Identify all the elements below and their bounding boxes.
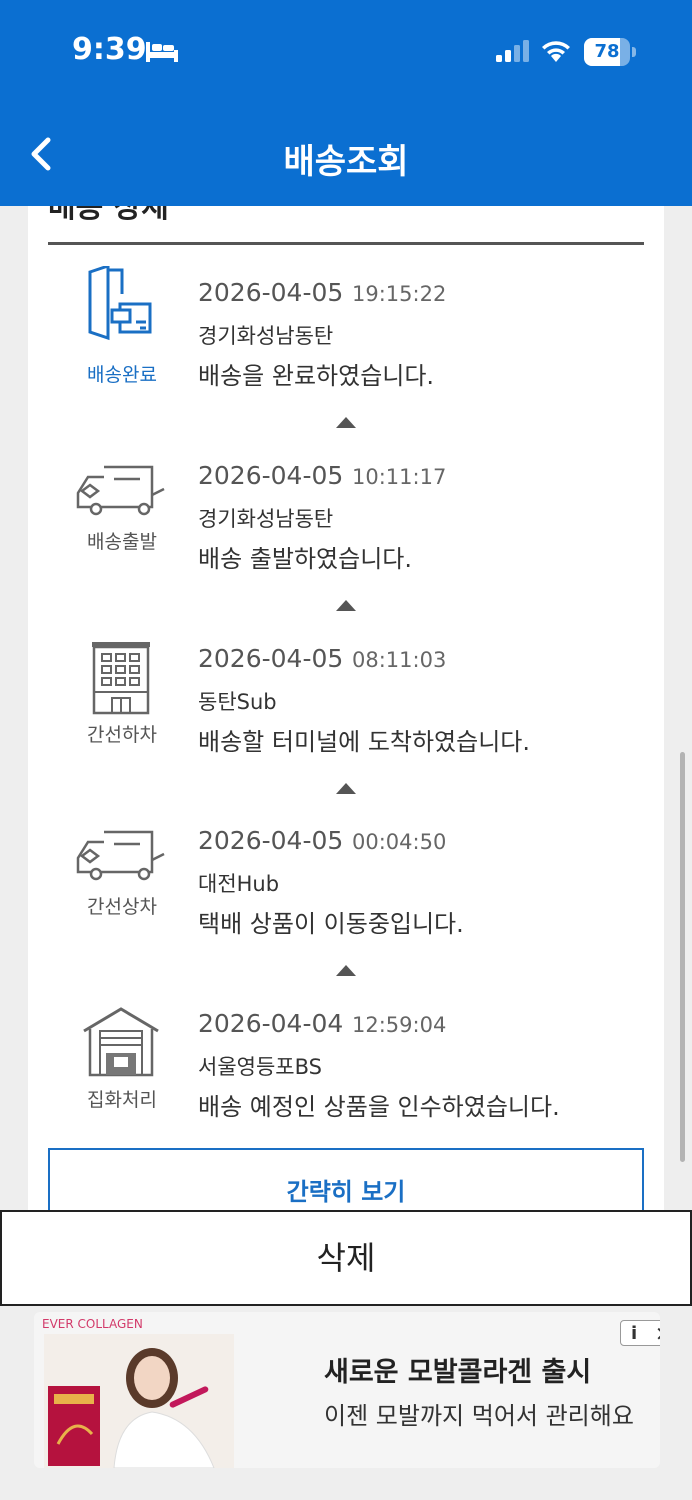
event-date: 2026-04-05 (198, 278, 344, 307)
event-message: 배송 예정인 상품을 인수하였습니다. (198, 1093, 560, 1121)
up-arrow-icon (336, 600, 356, 611)
event-message: 배송할 터미널에 도착하였습니다. (198, 728, 531, 756)
nav-bar: 배송조회 (0, 104, 692, 206)
ad-model-image (44, 1334, 234, 1468)
status-bar: 9:39 78 (0, 0, 692, 104)
event-message: 택배 상품이 이동중입니다. (198, 910, 464, 938)
event-date: 2026-04-05 (198, 644, 344, 673)
event-date: 2026-04-05 (198, 461, 344, 490)
section-divider (48, 242, 644, 245)
ad-close-icon[interactable]: ✕ (655, 1322, 660, 1346)
timeline-item: 집화처리 2026-04-04 12:59:04 서울영등포BS 배송 예정인 … (28, 1007, 664, 1149)
event-time: 12:59:04 (352, 1013, 447, 1037)
warehouse-icon (74, 1005, 168, 1085)
ad-banner[interactable]: EVER COLLAGEN 새로운 모발콜라겐 출시 이젠 모발까지 먹어서 관… (34, 1312, 660, 1468)
timeline-item: 배송완료 2026-04-05 19:15:22 경기화성남동탄 배송을 완료하… (28, 263, 664, 418)
ad-headline: 새로운 모발콜라겐 출시 (324, 1357, 592, 1388)
status-label: 간선상차 (87, 896, 157, 918)
event-date: 2026-04-05 (198, 826, 344, 855)
delete-button[interactable]: 삭제 (0, 1210, 692, 1306)
up-arrow-icon (336, 783, 356, 794)
status-label: 간선하차 (87, 724, 157, 746)
status-time: 9:39 (72, 32, 147, 67)
delivery-truck-icon (74, 822, 168, 902)
delivered-door-box-icon (74, 263, 168, 346)
app-header: 9:39 78 배송조회 (0, 0, 692, 206)
event-message: 배송 출발하였습니다. (198, 545, 412, 573)
event-location: 대전Hub (198, 872, 280, 896)
terminal-building-icon (74, 640, 168, 720)
cellular-signal-icon (496, 40, 529, 62)
timeline-item: 배송출발 2026-04-05 10:11:17 경기화성남동탄 배송 출발하였… (28, 461, 664, 601)
up-arrow-icon (336, 965, 356, 976)
timeline-item: 간선하차 2026-04-05 08:11:03 동탄Sub 배송할 터미널에 … (28, 642, 664, 784)
ad-brand-logo: EVER COLLAGEN (42, 1317, 143, 1331)
event-time: 19:15:22 (352, 282, 447, 306)
ad-choices[interactable]: i ✕ (620, 1320, 660, 1346)
ad-subline: 이젠 모발까지 먹어서 관리해요 (324, 1402, 634, 1430)
ad-info-icon[interactable]: i (631, 1323, 637, 1344)
battery-icon: 78 (584, 38, 636, 66)
battery-percent: 78 (594, 41, 620, 62)
up-arrow-icon (336, 417, 356, 428)
status-label: 집화처리 (87, 1089, 157, 1111)
timeline-item: 간선상차 2026-04-05 00:04:50 대전Hub 택배 상품이 이동… (28, 826, 664, 966)
scrollbar[interactable] (680, 752, 685, 1162)
tracking-detail-card: 배송 상세 배송완료 2026-04-05 19:15:22 경기화성남동탄 배… (28, 170, 664, 1230)
event-time: 08:11:03 (352, 648, 447, 672)
wifi-icon (542, 41, 570, 62)
status-label: 배송완료 (87, 364, 157, 386)
status-label: 배송출발 (87, 531, 157, 553)
event-location: 경기화성남동탄 (198, 507, 334, 531)
event-time: 00:04:50 (352, 830, 447, 854)
delivery-truck-icon (74, 457, 168, 537)
event-location: 서울영등포BS (198, 1055, 322, 1079)
page-title: 배송조회 (283, 142, 409, 182)
event-time: 10:11:17 (352, 465, 447, 489)
event-date: 2026-04-04 (198, 1009, 344, 1038)
event-location: 동탄Sub (198, 690, 277, 714)
sleep-mode-icon (146, 42, 178, 62)
event-location: 경기화성남동탄 (198, 324, 334, 348)
event-message: 배송을 완료하였습니다. (198, 362, 435, 390)
